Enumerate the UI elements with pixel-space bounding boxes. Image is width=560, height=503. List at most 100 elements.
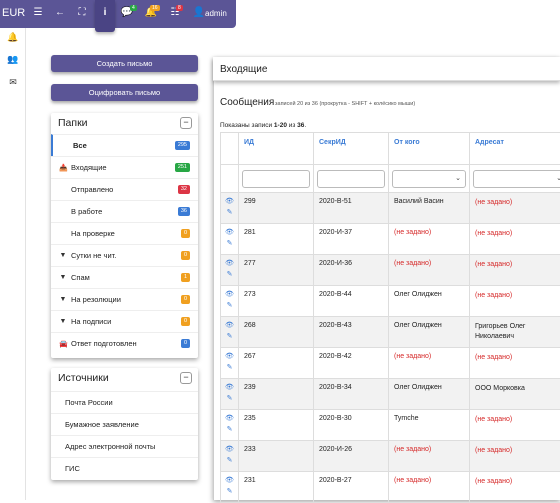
cell-to: (не задано) (470, 286, 560, 317)
pencil-icon[interactable]: ✎ (227, 426, 233, 433)
id-filter-input[interactable] (242, 170, 310, 188)
brand-logo[interactable]: EUR (2, 7, 25, 19)
folder-item-review[interactable]: На проверке 0 (51, 222, 198, 244)
users-icon[interactable]: 👥 (7, 54, 19, 65)
folder-item-unread-day[interactable]: ▼ Сутки не чит. 0 (51, 244, 198, 266)
bell-badge: 16 (150, 5, 160, 11)
from-filter-select[interactable]: ⌄ (392, 170, 466, 188)
eye-icon[interactable]: 👁 (225, 260, 234, 267)
cell-to: (не задано) (470, 472, 560, 503)
eye-icon[interactable]: 👁 (225, 291, 234, 298)
filter-icon: ▼ (59, 318, 67, 325)
folder-item-sent[interactable]: Отправлено 32 (51, 178, 198, 200)
cell-secret-id: 2020-В-27 (314, 472, 389, 503)
to-filter-select[interactable]: ⌄ (473, 170, 560, 188)
count-badge: 0 (181, 229, 190, 238)
folders-collapse-button[interactable]: − (180, 117, 192, 129)
table-row[interactable]: 👁✎2992020-В-51Василий Васин(не задано) (221, 193, 560, 224)
cell-from: (не задано) (389, 224, 470, 255)
cell-id: 273 (239, 286, 314, 317)
pencil-icon[interactable]: ✎ (227, 395, 233, 402)
pencil-icon[interactable]: ✎ (227, 302, 233, 309)
folder-item-inbox[interactable]: 📥 Входящие 251 (51, 156, 198, 178)
eye-icon[interactable]: 👁 (225, 384, 234, 391)
eye-icon[interactable]: 👁 (225, 229, 234, 236)
envelope-icon[interactable]: ✉ (7, 77, 19, 88)
table-row[interactable]: 👁✎2812020-И-37(не задано)(не задано) (221, 224, 560, 255)
arrow-left-icon[interactable]: ← (53, 7, 67, 18)
info-icon[interactable]: i (98, 7, 112, 18)
source-item[interactable]: Почта России (51, 391, 198, 413)
folder-item-signature[interactable]: ▼ На подписи 0 (51, 310, 198, 332)
car-icon: 🚘 (59, 340, 67, 348)
filter-row: ⌄ ⌄ (221, 165, 560, 193)
column-header-to[interactable]: Адресат (470, 133, 560, 165)
count-badge: 1 (181, 273, 190, 282)
folder-item-spam[interactable]: ▼ Спам 1 (51, 266, 198, 288)
eye-icon[interactable]: 👁 (225, 415, 234, 422)
cell-from: (не задано) (389, 348, 470, 379)
cell-to: Григорьев Олег Николаевич (470, 317, 560, 348)
eye-icon[interactable]: 👁 (225, 446, 234, 453)
cell-to: (не задано) (470, 410, 560, 441)
create-letter-button[interactable]: Создать письмо (51, 55, 198, 72)
table-row[interactable]: 👁✎2732020-В-44Олег Олиджен(не задано) (221, 286, 560, 317)
chevron-down-icon: ⌄ (455, 174, 461, 182)
pencil-icon[interactable]: ✎ (227, 488, 233, 495)
menu-icon[interactable]: ☰ (31, 7, 45, 18)
messages-title: Сообщения (220, 97, 274, 108)
table-row[interactable]: 👁✎2352020-В-30Tymche(не задано) (221, 410, 560, 441)
source-item[interactable]: ГИС (51, 457, 198, 479)
table-row[interactable]: 👁✎2312020-В-27(не задано)(не задано) (221, 472, 560, 503)
source-item[interactable]: Бумажное заявление (51, 413, 198, 435)
user-name[interactable]: admin (205, 9, 227, 18)
pencil-icon[interactable]: ✎ (227, 271, 233, 278)
table-row[interactable]: 👁✎2332020-И-26(не задано)(не задано) (221, 441, 560, 472)
cell-to: ООО Морковка (470, 379, 560, 410)
eye-icon[interactable]: 👁 (225, 353, 234, 360)
eye-icon[interactable]: 👁 (225, 322, 234, 329)
eye-icon[interactable]: 👁 (225, 198, 234, 205)
table-row[interactable]: 👁✎2772020-И-36(не задано)(не задано) (221, 255, 560, 286)
cell-from: Tymche (389, 410, 470, 441)
sources-title: Источники (58, 372, 109, 384)
pencil-icon[interactable]: ✎ (227, 333, 233, 340)
folder-item-all[interactable]: Все 295 (51, 134, 198, 156)
messages-table: ИД СекрИД От кого Адресат ⌄ ⌄ 👁✎2992020-… (220, 132, 560, 503)
user-icon[interactable]: 👤 (192, 7, 206, 18)
pencil-icon[interactable]: ✎ (227, 240, 233, 247)
table-row[interactable]: 👁✎2682020-В-43Олег ОлидженГригорьев Олег… (221, 317, 560, 348)
column-header-secret-id[interactable]: СекрИД (314, 133, 389, 165)
pencil-icon[interactable]: ✎ (227, 364, 233, 371)
sources-collapse-button[interactable]: − (180, 372, 192, 384)
cell-secret-id: 2020-В-42 (314, 348, 389, 379)
folder-item-in-work[interactable]: В работе 36 (51, 200, 198, 222)
filter-icon: ▼ (59, 252, 67, 259)
count-badge: 36 (178, 207, 190, 216)
table-row[interactable]: 👁✎2672020-В-42(не задано)(не задано) (221, 348, 560, 379)
cell-secret-id: 2020-В-51 (314, 193, 389, 224)
records-summary: Показаны записи 1-20 из 36. (220, 122, 306, 129)
fullscreen-icon[interactable]: ⛶ (75, 7, 89, 18)
folder-item-resolution[interactable]: ▼ На резолюции 0 (51, 288, 198, 310)
folder-item-answer-ready[interactable]: 🚘 Ответ подготовлен 0 (51, 332, 198, 354)
pencil-icon[interactable]: ✎ (227, 457, 233, 464)
column-header-from[interactable]: От кого (389, 133, 470, 165)
messages-hint: записей 20 из 36 (прокрутка - SHIFT + ко… (275, 101, 415, 107)
cell-id: 267 (239, 348, 314, 379)
source-item[interactable]: Адрес электронной почты (51, 435, 198, 457)
pencil-icon[interactable]: ✎ (227, 209, 233, 216)
folders-panel: Папки − Все 295 📥 Входящие 251 Отправлен… (51, 113, 198, 358)
digitize-letter-button[interactable]: Оцифровать письмо (51, 84, 198, 101)
count-badge: 251 (175, 163, 190, 172)
cell-from: Василий Васин (389, 193, 470, 224)
column-header-id[interactable]: ИД (239, 133, 314, 165)
table-row[interactable]: 👁✎2392020-В-34Олег ОлидженООО Морковка (221, 379, 560, 410)
eye-icon[interactable]: 👁 (225, 477, 234, 484)
count-badge: 0 (181, 295, 190, 304)
secret-id-filter-input[interactable] (317, 170, 385, 188)
filter-icon: ▼ (59, 274, 67, 281)
cell-to: (не задано) (470, 348, 560, 379)
cell-from: Олег Олиджен (389, 317, 470, 348)
bell-icon[interactable]: 🔔 (7, 32, 19, 43)
